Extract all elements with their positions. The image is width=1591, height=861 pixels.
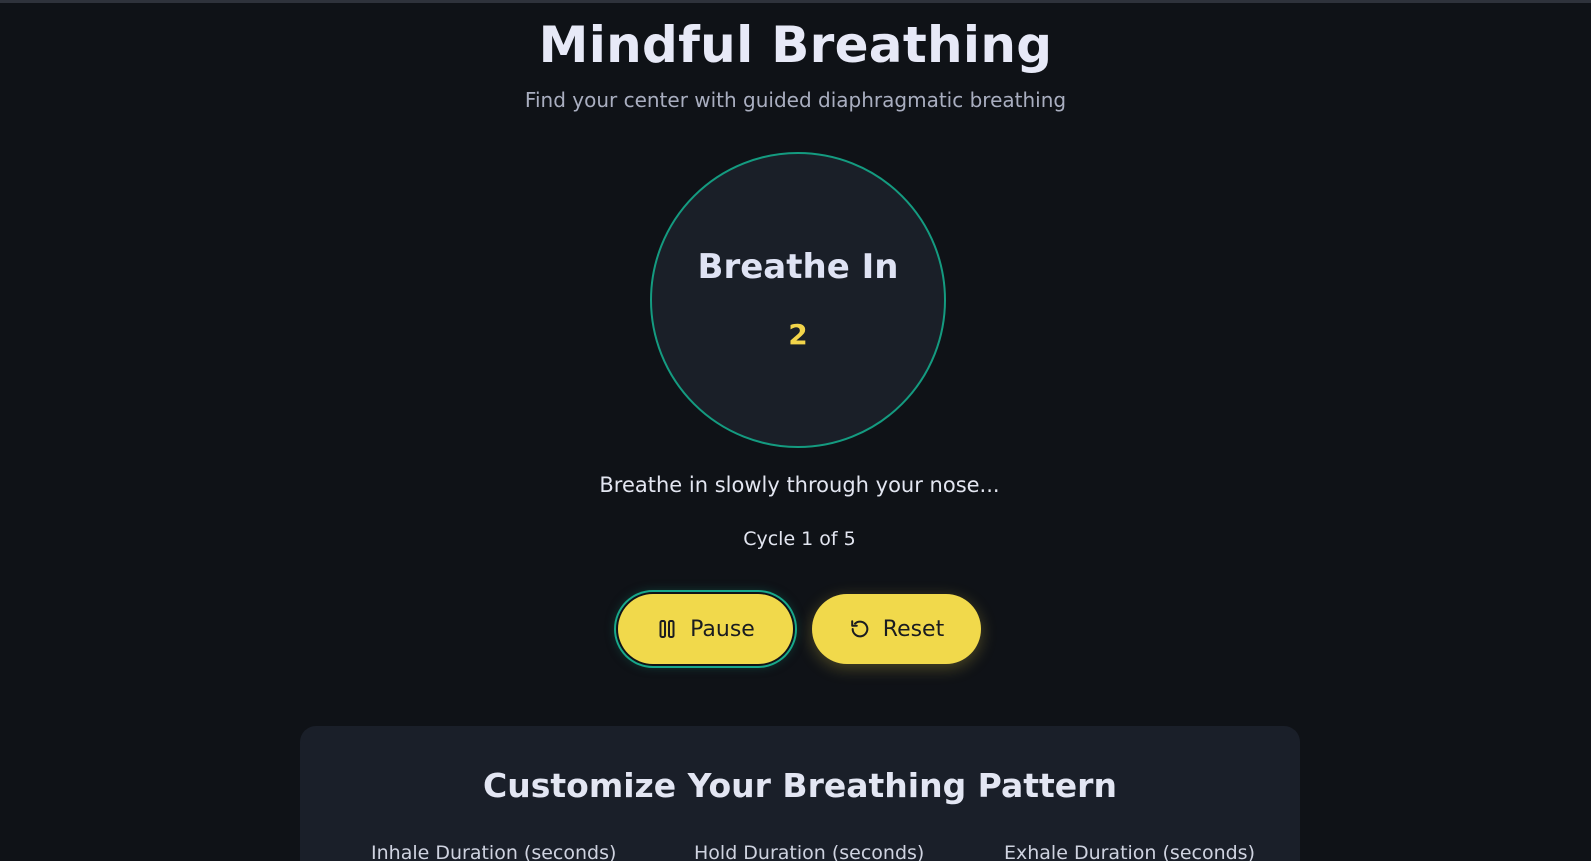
window-top-border xyxy=(0,0,1591,3)
page-subtitle: Find your center with guided diaphragmat… xyxy=(524,88,1067,112)
pause-button-label: Pause xyxy=(690,616,755,642)
reset-button-label: Reset xyxy=(882,616,945,642)
hold-duration-label: Hold Duration (seconds) xyxy=(694,842,925,861)
reset-button[interactable]: Reset xyxy=(812,594,981,664)
reset-icon xyxy=(849,618,871,640)
cycle-counter: Cycle 1 of 5 xyxy=(743,528,856,550)
phase-countdown: 2 xyxy=(788,318,808,351)
inhale-duration-label: Inhale Duration (seconds) xyxy=(371,842,617,861)
exhale-duration-label: Exhale Duration (seconds) xyxy=(1004,842,1255,861)
customize-panel: Customize Your Breathing Pattern Inhale … xyxy=(300,726,1300,861)
pause-icon xyxy=(656,618,678,640)
customize-title: Customize Your Breathing Pattern xyxy=(483,766,1117,805)
breathing-app: Mindful Breathing Find your center with … xyxy=(0,0,1591,861)
page-title: Mindful Breathing xyxy=(538,16,1053,74)
phase-label: Breathe In xyxy=(697,247,899,287)
breathing-circle: Breathe In 2 xyxy=(650,152,946,448)
breathing-instruction: Breathe in slowly through your nose... xyxy=(599,473,1000,497)
pause-button[interactable]: Pause xyxy=(618,594,793,664)
